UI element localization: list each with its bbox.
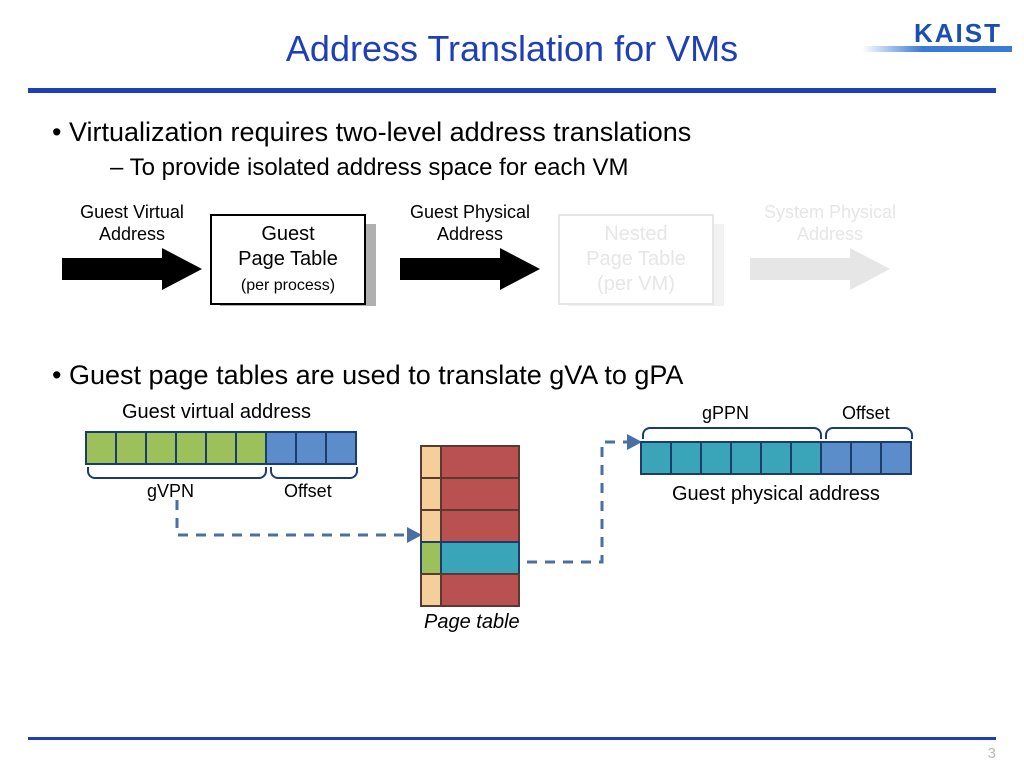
box1-l3: (per process) (241, 277, 335, 294)
kaist-logo: KAIST (914, 18, 1002, 49)
label-gpa: Guest Physical Address (390, 202, 550, 245)
logo-text: KAIST (914, 18, 1002, 48)
label-gpa-l2: Address (437, 224, 503, 244)
dashed-arrow-gvpn-to-pt (172, 495, 422, 555)
page-number: 3 (988, 745, 996, 762)
bullet-1: Virtualization requires two-level addres… (76, 117, 972, 148)
arrow-gva (62, 248, 202, 290)
arrow-gpa (400, 248, 540, 290)
gpa-title: Guest physical address (672, 483, 880, 506)
translation-diagram: Guest virtual address gVPN Offset Page t… (52, 397, 972, 657)
brace-gppn (642, 427, 822, 439)
lbl-offset-gpa: Offset (842, 403, 890, 424)
pipeline-diagram: Guest Virtual Address Guest Page Table (… (52, 202, 972, 332)
brace-offset-gva (270, 467, 358, 479)
page-table-label: Page table (424, 611, 520, 634)
gpa-cells (642, 441, 912, 475)
label-gpa-l1: Guest Physical (410, 202, 530, 222)
footer-rule (28, 737, 996, 740)
box1-l2: Page Table (238, 248, 338, 270)
brace-offset-gpa (825, 427, 913, 439)
logo-underline (862, 46, 1012, 52)
box2-l1: Nested (604, 223, 667, 245)
label-spa-l2: Address (797, 224, 863, 244)
slide-title: Address Translation for VMs (0, 0, 1024, 70)
box-guest-pt: Guest Page Table (per process) (210, 214, 366, 305)
box-nested-pt: Nested Page Table (per VM) (558, 214, 714, 305)
label-gva-l1: Guest Virtual (80, 202, 184, 222)
dashed-arrow-pt-to-gpa (522, 417, 642, 567)
box2-l2: Page Table (586, 248, 686, 270)
box2-l3: (per VM) (597, 273, 675, 295)
arrow-spa (750, 248, 890, 290)
label-gva-l2: Address (99, 224, 165, 244)
box1-l1: Guest (261, 223, 314, 245)
page-table (422, 447, 520, 607)
label-spa: System Physical Address (740, 202, 920, 245)
gva-cells (87, 431, 357, 465)
slide-body: Virtualization requires two-level addres… (0, 93, 1024, 657)
bullet-2: Guest page tables are used to translate … (76, 360, 972, 391)
brace-gvpn (87, 467, 267, 479)
gva-title: Guest virtual address (122, 401, 311, 424)
lbl-gppn: gPPN (702, 403, 749, 424)
bullet-1a: To provide isolated address space for ea… (132, 154, 972, 182)
label-spa-l1: System Physical (764, 202, 896, 222)
label-gva: Guest Virtual Address (62, 202, 202, 245)
